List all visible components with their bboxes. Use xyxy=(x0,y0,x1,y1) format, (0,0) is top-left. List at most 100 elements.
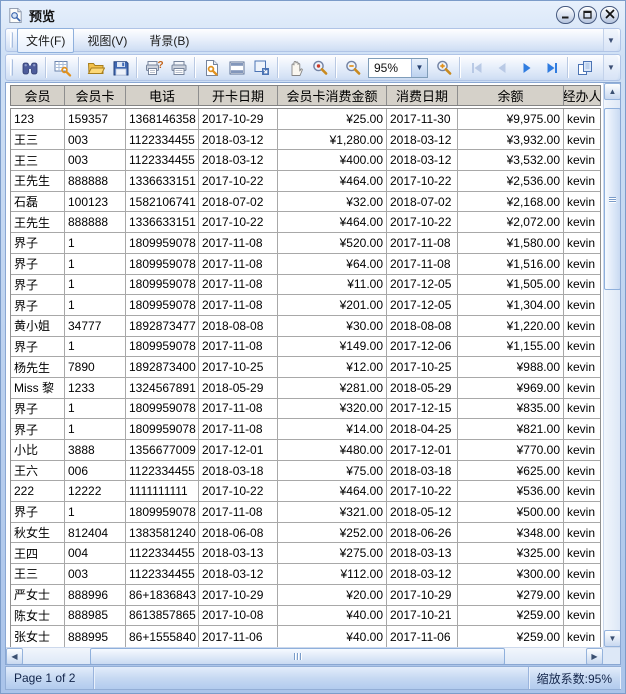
cell: 003 xyxy=(65,130,126,150)
report-client-area: 会员会员卡电话开卡日期会员卡消费金额消费日期余额经办人 123159357136… xyxy=(5,82,621,665)
horizontal-scroll-thumb[interactable] xyxy=(90,648,505,665)
toolbar-separator xyxy=(335,57,337,78)
cell: 2017-11-08 xyxy=(199,233,278,253)
cell: 8613857865 xyxy=(126,606,199,626)
table-row: 黄小姐3477718928734772018-08-08¥30.002018-0… xyxy=(11,316,600,337)
vertical-scroll-thumb[interactable] xyxy=(604,108,620,290)
cell: 2017-12-05 xyxy=(387,275,458,295)
window-title: 预览 xyxy=(29,6,551,25)
menubar-overflow-button[interactable]: ▼ xyxy=(603,29,618,51)
first-page-button[interactable] xyxy=(464,56,489,79)
close-button[interactable] xyxy=(600,6,619,24)
cell: ¥32.00 xyxy=(278,192,387,212)
menubar: 文件(F)视图(V)背景(B) ▼ xyxy=(5,28,621,52)
report-viewport: 会员会员卡电话开卡日期会员卡消费金额消费日期余额经办人 123159357136… xyxy=(6,83,620,647)
cell: ¥1,155.00 xyxy=(458,337,564,357)
menu-item-background[interactable]: 背景(B) xyxy=(140,28,198,53)
menu-item-view[interactable]: 视图(V) xyxy=(78,28,136,53)
table-row: 秋女生81240413835812402018-06-08¥252.002018… xyxy=(11,523,600,544)
table-setup-button[interactable] xyxy=(50,56,75,79)
print-setup-button[interactable]: ? xyxy=(141,56,166,79)
next-page-button[interactable] xyxy=(514,56,539,79)
cell: 1368146358 xyxy=(126,109,199,129)
cell: 1233 xyxy=(65,378,126,398)
save-button[interactable] xyxy=(108,56,133,79)
cell: 2017-10-22 xyxy=(199,171,278,191)
scroll-up-button[interactable]: ▲ xyxy=(604,83,620,100)
table-row: 12315935713681463582017-10-29¥25.002017-… xyxy=(11,109,600,130)
toolbar-separator xyxy=(45,57,47,78)
cell: 2017-11-08 xyxy=(199,419,278,439)
print-button[interactable] xyxy=(166,56,191,79)
zoom-level-combobox[interactable]: 95%▼ xyxy=(368,58,428,78)
menu-item-file[interactable]: 文件(F) xyxy=(17,28,74,53)
cell: 王三 xyxy=(11,564,65,584)
cell: 张女士 xyxy=(11,626,65,647)
cell: ¥321.00 xyxy=(278,502,387,522)
pan-button[interactable] xyxy=(282,56,307,79)
prev-page-button[interactable] xyxy=(489,56,514,79)
fit-width-button[interactable] xyxy=(224,56,249,79)
cell: 2018-06-26 xyxy=(387,523,458,543)
vertical-scrollbar[interactable]: ▲ ▼ xyxy=(603,83,620,647)
cell: ¥300.00 xyxy=(458,564,564,584)
multi-page-button[interactable] xyxy=(572,56,597,79)
cell: 1892873400 xyxy=(126,357,199,377)
toolbar-grip[interactable] xyxy=(10,59,13,77)
cell: 2017-11-08 xyxy=(199,295,278,315)
table-row: 杨先生789018928734002017-10-25¥12.002017-10… xyxy=(11,357,600,378)
preview-icon xyxy=(7,7,24,24)
scroll-down-button[interactable]: ▼ xyxy=(604,630,620,647)
cell: 2017-10-25 xyxy=(199,357,278,377)
zoom-in-button[interactable] xyxy=(431,56,456,79)
cell: kevin xyxy=(564,233,600,253)
cell: kevin xyxy=(564,606,600,626)
toolbar-items: ? 95%▼ xyxy=(17,56,597,79)
cell: 2018-03-12 xyxy=(387,150,458,170)
menubar-grip[interactable] xyxy=(10,32,13,47)
cell: 2018-07-02 xyxy=(199,192,278,212)
svg-text:?: ? xyxy=(157,60,163,71)
cell: 1 xyxy=(65,337,126,357)
toolbar-overflow-button[interactable]: ▼ xyxy=(603,55,618,80)
last-page-button[interactable] xyxy=(539,56,564,79)
scroll-left-button[interactable]: ◀ xyxy=(6,648,23,665)
scroll-right-button[interactable]: ▶ xyxy=(586,648,603,665)
cell: 界子 xyxy=(11,275,65,295)
zoom-button[interactable] xyxy=(307,56,332,79)
fit-page-button[interactable] xyxy=(249,56,274,79)
cell: kevin xyxy=(564,171,600,191)
cell: 2017-10-22 xyxy=(387,212,458,232)
cell: 123 xyxy=(11,109,65,129)
horizontal-scrollbar[interactable]: ◀ ▶ xyxy=(6,647,620,664)
cell: ¥40.00 xyxy=(278,626,387,647)
zoom-combobox-dropdown-button[interactable]: ▼ xyxy=(411,59,427,77)
cell: 2017-11-08 xyxy=(199,502,278,522)
find-button[interactable] xyxy=(17,56,42,79)
maximize-button[interactable] xyxy=(578,6,597,24)
cell: kevin xyxy=(564,109,600,129)
zoom-out-button[interactable] xyxy=(340,56,365,79)
cell: ¥3,932.00 xyxy=(458,130,564,150)
cell: kevin xyxy=(564,585,600,605)
open-button[interactable] xyxy=(83,56,108,79)
minimize-button[interactable] xyxy=(556,6,575,24)
cell: 界子 xyxy=(11,337,65,357)
cell: ¥11.00 xyxy=(278,275,387,295)
cell: 1 xyxy=(65,419,126,439)
cell: 界子 xyxy=(11,254,65,274)
page-setup-button[interactable] xyxy=(199,56,224,79)
statusbar-page-segment: Page 1 of 2 xyxy=(6,667,94,689)
cell: kevin xyxy=(564,502,600,522)
cell: ¥464.00 xyxy=(278,481,387,501)
printer-icon xyxy=(170,59,188,77)
zoom-level-value: 95% xyxy=(369,61,411,75)
cell: ¥2,072.00 xyxy=(458,212,564,232)
statusbar-zoom-segment: 缩放系数:95% xyxy=(529,667,620,689)
cell: kevin xyxy=(564,523,600,543)
cell: kevin xyxy=(564,626,600,647)
cell: 2017-10-22 xyxy=(387,481,458,501)
statusbar-fill-segment xyxy=(94,667,529,689)
cell: 006 xyxy=(65,461,126,481)
cell: 陈女士 xyxy=(11,606,65,626)
